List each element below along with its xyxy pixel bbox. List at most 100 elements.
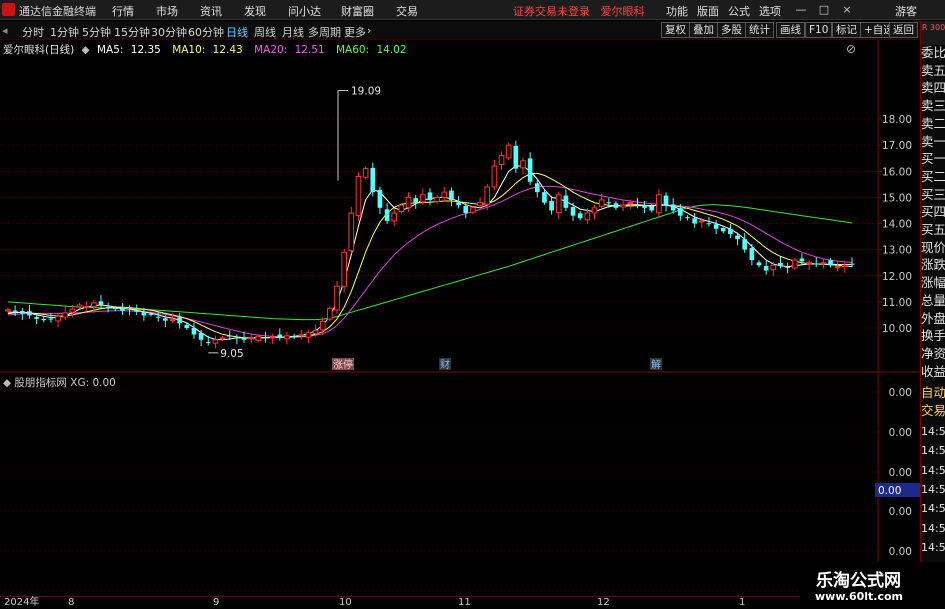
candle-body [319,320,326,331]
candle-body [549,201,554,211]
candle [491,159,498,191]
menu-trade[interactable]: 交易 [396,3,418,19]
menu-quotes[interactable]: 行情 [112,3,134,19]
candle [348,206,355,254]
back-button[interactable]: 返回 [889,22,918,38]
date-tick: 1 [739,597,746,608]
more-chevron-icon[interactable]: › [367,24,371,37]
side-label: 卖五 [921,62,945,78]
candle-body [527,158,533,182]
multi-stock-button[interactable]: 多股 [717,22,746,38]
side-label: 卖一 [921,133,945,149]
minimize-icon[interactable]: — [792,2,810,17]
tab-weekly[interactable]: 周线 [254,24,276,40]
menu-xiaoda[interactable]: 问小达 [288,3,321,19]
candle-body [656,194,662,214]
candle [269,333,276,344]
menu-wealth[interactable]: 财富圈 [341,3,374,19]
side-label[interactable]: 交易 [921,403,945,418]
side-label: 买二 [921,168,945,184]
menu-options[interactable]: 选项 [759,3,781,19]
mark-button[interactable]: 标记 [832,22,861,38]
candle [799,253,805,266]
ma5-legend: MA5: 12.35 [96,44,161,56]
candle-body [770,264,777,271]
guest-label[interactable]: 游客 [895,3,917,19]
side-label: 外盘 [921,310,945,326]
y-tick-label: 14.00 [882,219,912,231]
side-label: 买五 [921,222,945,237]
stock-link[interactable]: 爱尔眼科 [601,5,645,18]
legend-settings-icon[interactable]: ◆ [82,44,90,56]
candle-body [41,318,47,321]
tab-15min[interactable]: 15分钟 [114,24,150,40]
close-icon[interactable]: × [838,2,856,17]
candle-body [842,264,848,268]
menu-formula[interactable]: 公式 [728,3,750,19]
statistics-button[interactable]: 统计 [745,22,774,38]
side-label: 总量 [921,292,945,308]
candle [749,243,755,266]
candle [334,280,340,315]
candle-body [749,248,755,261]
maximize-icon[interactable]: □ [815,2,833,17]
menu-news[interactable]: 资讯 [200,3,222,19]
candle-body [763,266,769,271]
candle [577,211,583,221]
candle [778,256,783,269]
f10-button[interactable]: F10 [805,22,833,38]
indicator-tick-label: 0.00 [889,467,912,479]
candle-body [327,307,333,320]
kline-chart[interactable]: 10.00 11.00 12.00 13.00 14.00 15.00 16.00 17.00… [0,40,920,596]
candle-body [606,202,612,204]
side-label[interactable]: 自动 [921,385,945,400]
overlay-button[interactable]: 叠加 [689,22,718,38]
menu-layout[interactable]: 版面 [697,3,719,19]
chart-zoom-icon[interactable]: ⊘ [846,42,856,56]
menu-market[interactable]: 市场 [156,3,178,19]
candle-body [269,336,276,339]
candle-body [370,167,376,193]
tab-30min[interactable]: 30分钟 [151,24,187,40]
indicator-settings-icon[interactable]: ◆ [3,377,11,389]
tab-timeshare[interactable]: 分时 [22,24,44,40]
tab-multi-period[interactable]: 多周期 [308,24,341,40]
toolbar-left-arrow-icon[interactable]: ◂ [2,24,8,37]
tab-more[interactable]: 更多 [344,24,366,40]
draw-line-button[interactable]: 画线 [776,22,805,38]
candle-body [362,168,369,178]
trade-time: 14:56 [921,463,945,477]
menu-function[interactable]: 功能 [666,3,688,19]
candle [449,187,454,207]
candle-body [27,311,32,316]
candle [663,192,669,212]
side-label: 涨幅 [921,275,945,291]
candle [685,215,690,221]
candle [284,331,290,345]
side-label: 换手 [921,328,945,344]
side-label: 卖四 [921,80,945,96]
candle-body [198,332,204,340]
restore-rights-button[interactable]: 复权 [661,22,690,38]
login-status[interactable]: 证券交易未登录 爱尔眼科 [513,3,645,19]
candle [177,313,182,329]
tab-1min[interactable]: 1分钟 [50,24,79,40]
side-panel-header[interactable]: R 300 [921,21,945,45]
stock-name[interactable]: 爱尔眼科(日线) [3,44,74,56]
candle [742,232,748,253]
candle [513,140,519,173]
candle-body [463,205,469,214]
indicator-name[interactable]: 股朋指标网 [14,377,67,389]
tab-5min[interactable]: 5分钟 [82,24,111,40]
tab-daily[interactable]: 日线 [226,24,248,40]
candle-body [834,266,841,269]
candlesticks [5,140,855,349]
candle [41,316,47,323]
candle [813,257,819,268]
candle-body [441,191,448,198]
tab-monthly[interactable]: 月线 [282,24,304,40]
candle [298,329,305,340]
menu-discover[interactable]: 发现 [244,3,266,19]
candle-body [355,175,362,216]
tab-60min[interactable]: 60分钟 [188,24,224,40]
